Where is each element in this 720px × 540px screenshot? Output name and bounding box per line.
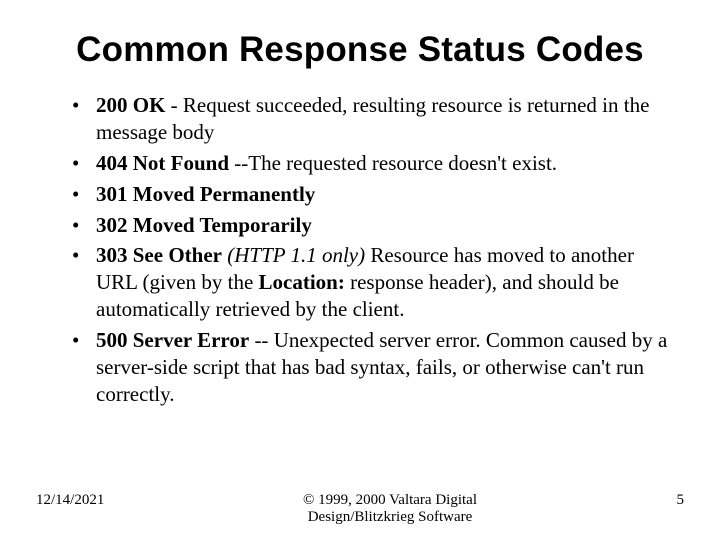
footer-copyright: © 1999, 2000 Valtara Digital Design/Blit… [156,492,624,526]
separator: - [165,93,183,117]
copyright-line: © 1999, 2000 Valtara Digital [303,492,477,508]
list-item: 200 OK - Request succeeded, resulting re… [68,92,674,146]
list-item: 302 Moved Temporarily [68,212,674,239]
list-item: 404 Not Found --The requested resource d… [68,150,674,177]
list-item: 500 Server Error -- Unexpected server er… [68,327,674,408]
status-code: 404 Not Found [96,151,229,175]
bullet-list: 200 OK - Request succeeded, resulting re… [36,92,684,408]
slide-title: Common Response Status Codes [36,30,684,70]
separator: -- [229,151,248,175]
slide: Common Response Status Codes 200 OK - Re… [0,0,720,540]
list-item: 303 See Other (HTTP 1.1 only) Resource h… [68,242,674,323]
status-code: 303 See Other [96,243,222,267]
copyright-line: Design/Blitzkrieg Software [308,509,473,525]
status-code: 500 Server Error [96,328,249,352]
status-code: 302 Moved Temporarily [96,213,312,237]
footer-page-number: 5 [624,492,684,509]
list-item: 301 Moved Permanently [68,181,674,208]
location-header: Location: [259,270,345,294]
status-code: 301 Moved Permanently [96,182,315,206]
footer-date: 12/14/2021 [36,492,156,509]
footer: 12/14/2021 © 1999, 2000 Valtara Digital … [0,492,720,526]
description: The requested resource doesn't exist. [248,151,557,175]
status-code: 200 OK [96,93,165,117]
separator: -- [249,328,274,352]
note-italic: (HTTP 1.1 only) [227,243,365,267]
